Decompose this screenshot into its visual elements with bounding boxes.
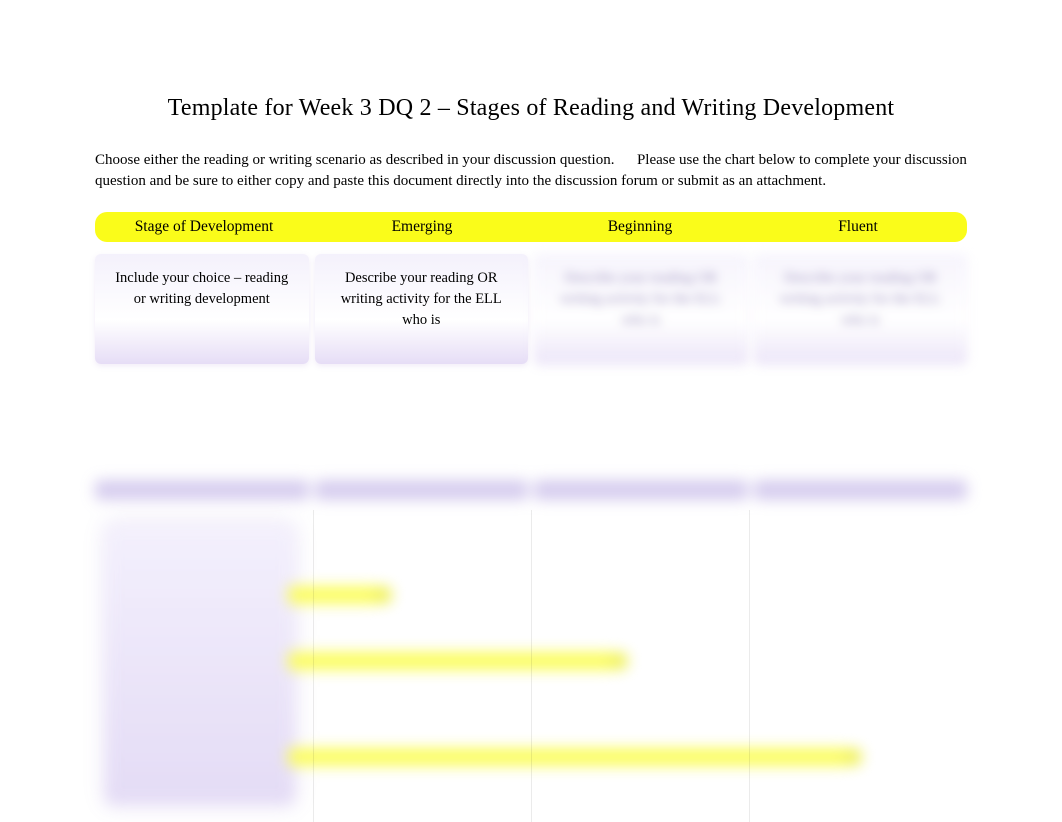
blurred-preview-region (0, 480, 1062, 822)
cell-beginning: Describe your reading OR writing activit… (534, 254, 748, 364)
blurred-card (106, 524, 294, 804)
blurred-band (754, 480, 968, 500)
header-stage: Stage of Development (95, 218, 313, 236)
header-emerging: Emerging (313, 218, 531, 236)
cell-fluent: Describe your reading OR writing activit… (754, 254, 968, 364)
blurred-band (95, 480, 309, 500)
blurred-band (315, 480, 529, 500)
cell-stage: Include your choice – reading or writing… (95, 254, 309, 364)
table-header-row: Stage of Development Emerging Beginning … (95, 212, 967, 242)
header-beginning: Beginning (531, 218, 749, 236)
card-stage: Include your choice – reading or writing… (95, 254, 309, 364)
card-beginning: Describe your reading OR writing activit… (534, 254, 748, 364)
blurred-arrow-2 (288, 652, 614, 670)
blurred-arrow-dot (844, 748, 862, 766)
blurred-arrow-dot (610, 652, 628, 670)
table-body-row-1: Include your choice – reading or writing… (95, 254, 967, 364)
header-fluent: Fluent (749, 218, 967, 236)
document-page: Template for Week 3 DQ 2 – Stages of Rea… (0, 0, 1062, 364)
cell-emerging: Describe your reading OR writing activit… (315, 254, 529, 364)
page-title: Template for Week 3 DQ 2 – Stages of Rea… (95, 95, 967, 122)
intro-paragraph: Choose either the reading or writing sce… (95, 150, 967, 192)
blurred-band-row (0, 480, 1062, 500)
card-fluent: Describe your reading OR writing activit… (754, 254, 968, 364)
blurred-arrow-dot (374, 586, 392, 604)
blurred-arrow-3 (288, 748, 848, 766)
blurred-band (534, 480, 748, 500)
blurred-arrow-1 (288, 586, 378, 604)
card-emerging: Describe your reading OR writing activit… (315, 254, 529, 364)
